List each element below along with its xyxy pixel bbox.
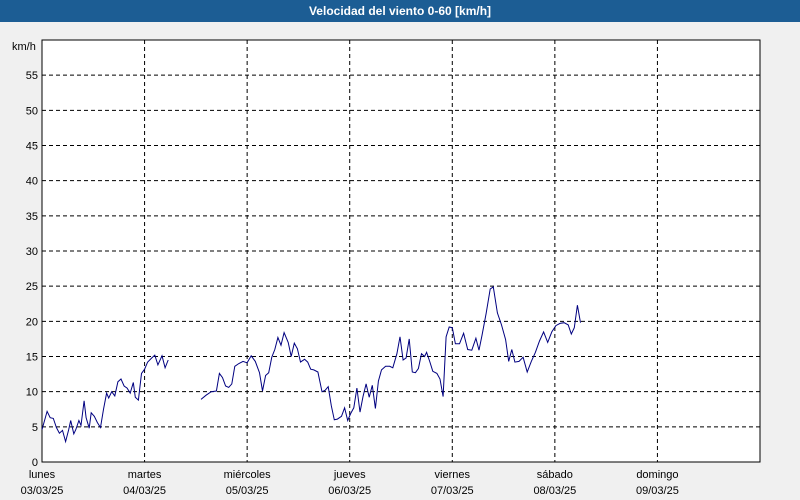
x-tick-day: sábado [537,469,573,481]
x-tick-day: lunes [29,469,56,481]
x-tick-date: 09/03/25 [636,485,679,497]
y-tick-label: 15 [26,352,38,364]
y-tick-label: 45 [26,141,38,153]
y-tick-label: 50 [26,105,38,117]
y-tick-label: 10 [26,387,38,399]
x-tick-date: 05/03/25 [226,485,269,497]
y-axis-ticks: 0 5 10 15 20 25 30 35 40 45 50 55 [26,70,38,469]
x-tick-day: jueves [333,469,366,481]
x-tick-date: 08/03/25 [533,485,576,497]
x-tick-date: 03/03/25 [21,485,64,497]
y-tick-label: 35 [26,211,38,223]
y-tick-label: 25 [26,281,38,293]
y-tick-label: 30 [26,246,38,258]
y-tick-label: 5 [32,422,38,434]
x-tick-date: 04/03/25 [123,485,166,497]
y-tick-label: 55 [26,70,38,82]
x-tick-date: 07/03/25 [431,485,474,497]
chart-svg: 0 5 10 15 20 25 30 35 40 45 50 55 lunes 03/03/25 mart… [12,39,761,497]
y-tick-label: 20 [26,316,38,328]
y-tick-label: 0 [32,457,38,469]
x-tick-day: domingo [636,469,678,481]
x-tick-day: martes [128,469,162,481]
x-tick-day: miércoles [224,469,272,481]
y-tick-label: 40 [26,176,38,188]
x-axis-ticks: lunes 03/03/25 martes 04/03/25 miércoles 05/0… [21,469,679,497]
x-tick-date: 06/03/25 [328,485,371,497]
y-axis-unit-label: km/h [12,41,36,53]
x-tick-day: viernes [435,469,471,481]
chart-window: Velocidad del viento 0-60 [km/h] 0 5 10 15 2… [0,0,800,500]
